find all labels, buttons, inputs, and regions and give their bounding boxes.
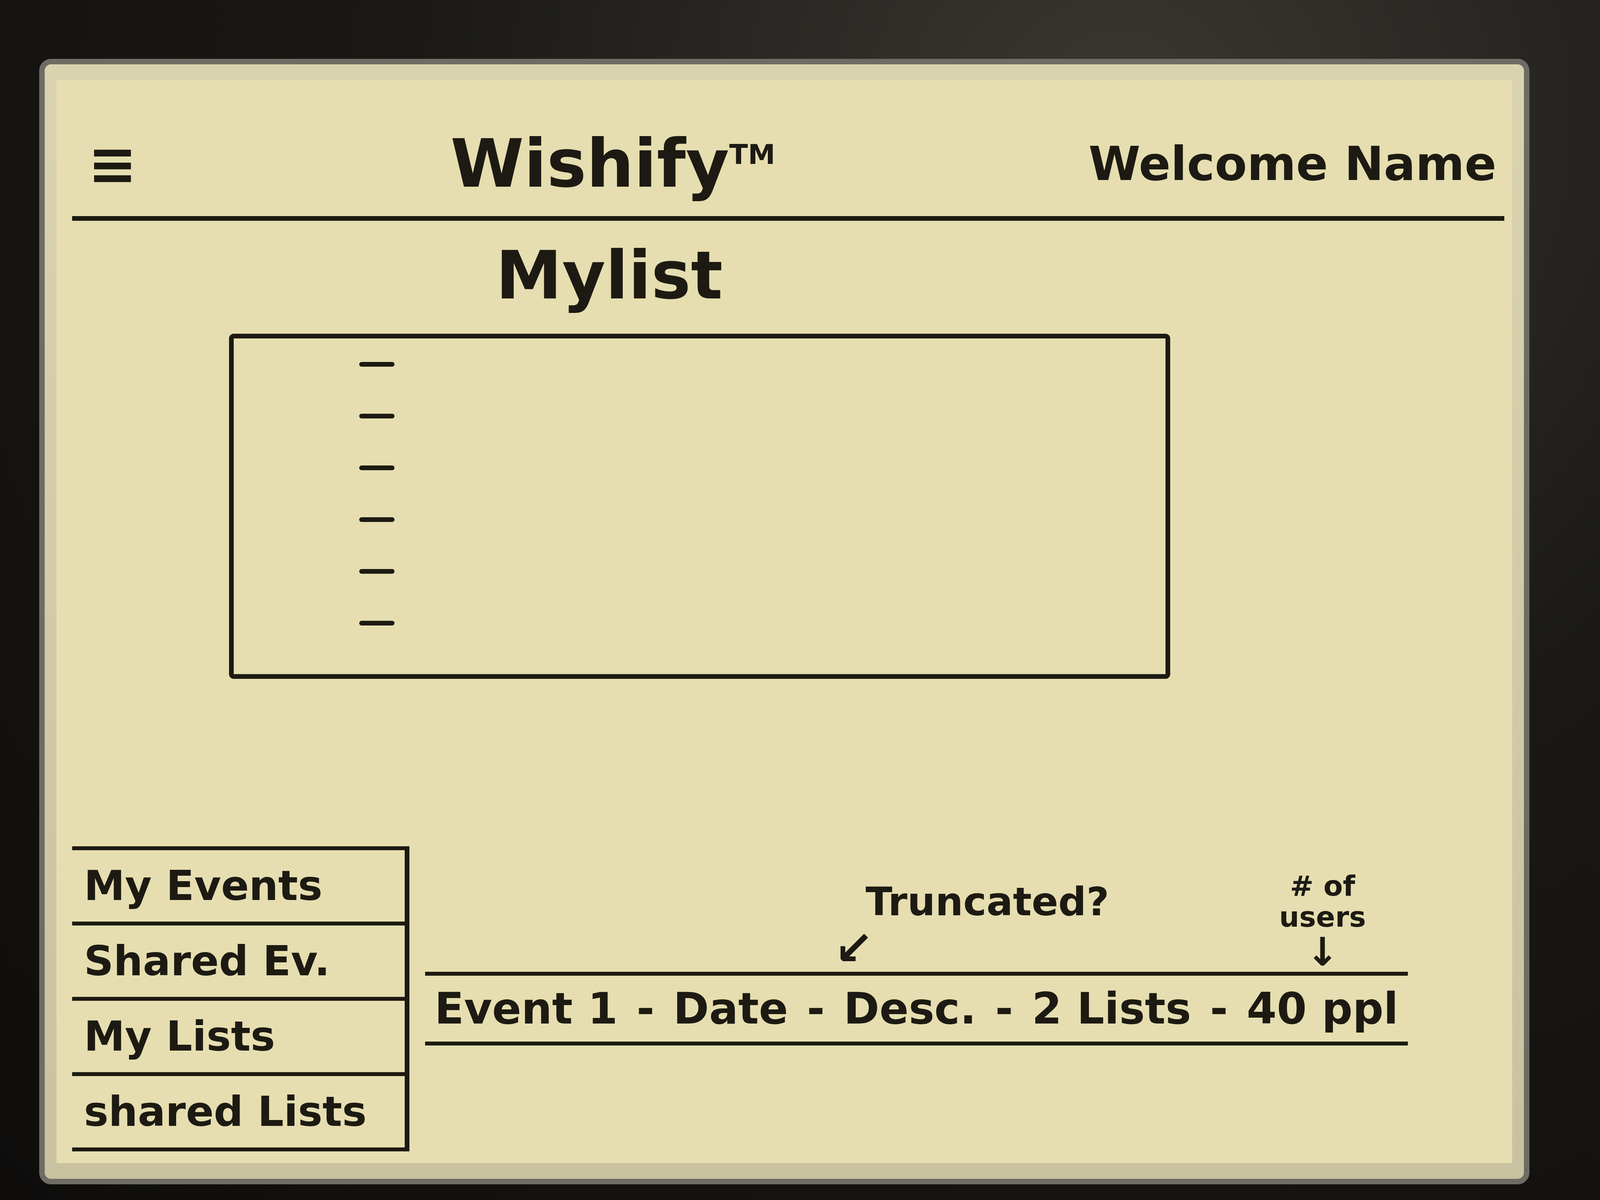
event-cell[interactable]: - — [797, 971, 835, 1046]
events-area: Truncated?↙# of users↓Event 1-Date-Desc.… — [72, 846, 1505, 1152]
event-cell[interactable]: - — [1200, 971, 1238, 1046]
event-cell[interactable]: Event 1 — [425, 971, 628, 1046]
event-cell[interactable]: Desc. — [834, 971, 986, 1046]
list-placeholder — [359, 620, 395, 626]
sidebar-item[interactable]: My Lists — [72, 1000, 405, 1077]
list-placeholder — [359, 361, 395, 367]
event-table: Truncated?↙# of users↓Event 1-Date-Desc.… — [409, 846, 1505, 1152]
my-list: Mylist — [229, 220, 1171, 679]
sidebar-item[interactable]: shared Lists — [72, 1076, 405, 1152]
sidebar: My EventsShared Ev.My Listsshared Lists — [72, 846, 410, 1152]
wireframe: ≡WishifyTMWelcome NameMylistTruncated?↙#… — [56, 80, 1513, 1164]
event-cell[interactable]: Date — [663, 971, 798, 1046]
event-cell[interactable]: - — [985, 971, 1023, 1046]
trademark: TM — [729, 138, 776, 171]
list-placeholder — [359, 569, 395, 574]
event-cell[interactable]: 2 Lists — [1022, 971, 1201, 1046]
list-box — [229, 333, 1171, 679]
list-placeholder — [359, 465, 395, 471]
whiteboard: ≡WishifyTMWelcome NameMylistTruncated?↙#… — [39, 58, 1530, 1185]
app-title: WishifyTM — [450, 127, 776, 201]
photo: ≡WishifyTMWelcome NameMylistTruncated?↙#… — [0, 0, 1600, 1200]
header-bar: ≡ WishifyTM Welcome Name — [72, 80, 1505, 221]
list-placeholder — [359, 413, 395, 419]
sidebar-item[interactable]: Shared Ev. — [72, 925, 405, 1001]
sidebar-item[interactable]: My Events — [72, 850, 405, 926]
event-cell[interactable]: - — [627, 971, 664, 1046]
welcome-text: Welcome Name — [1088, 136, 1497, 191]
annotation: # of users↓ — [1237, 870, 1408, 972]
menu-icon[interactable]: ≡ — [87, 134, 138, 194]
list-placeholder — [359, 517, 395, 522]
event-cell[interactable]: 40 ppl — [1237, 971, 1408, 1046]
annotation-text: # of users — [1271, 870, 1374, 933]
arrow-icon: ↓ — [1305, 932, 1339, 972]
list-heading: Mylist — [495, 236, 1171, 315]
